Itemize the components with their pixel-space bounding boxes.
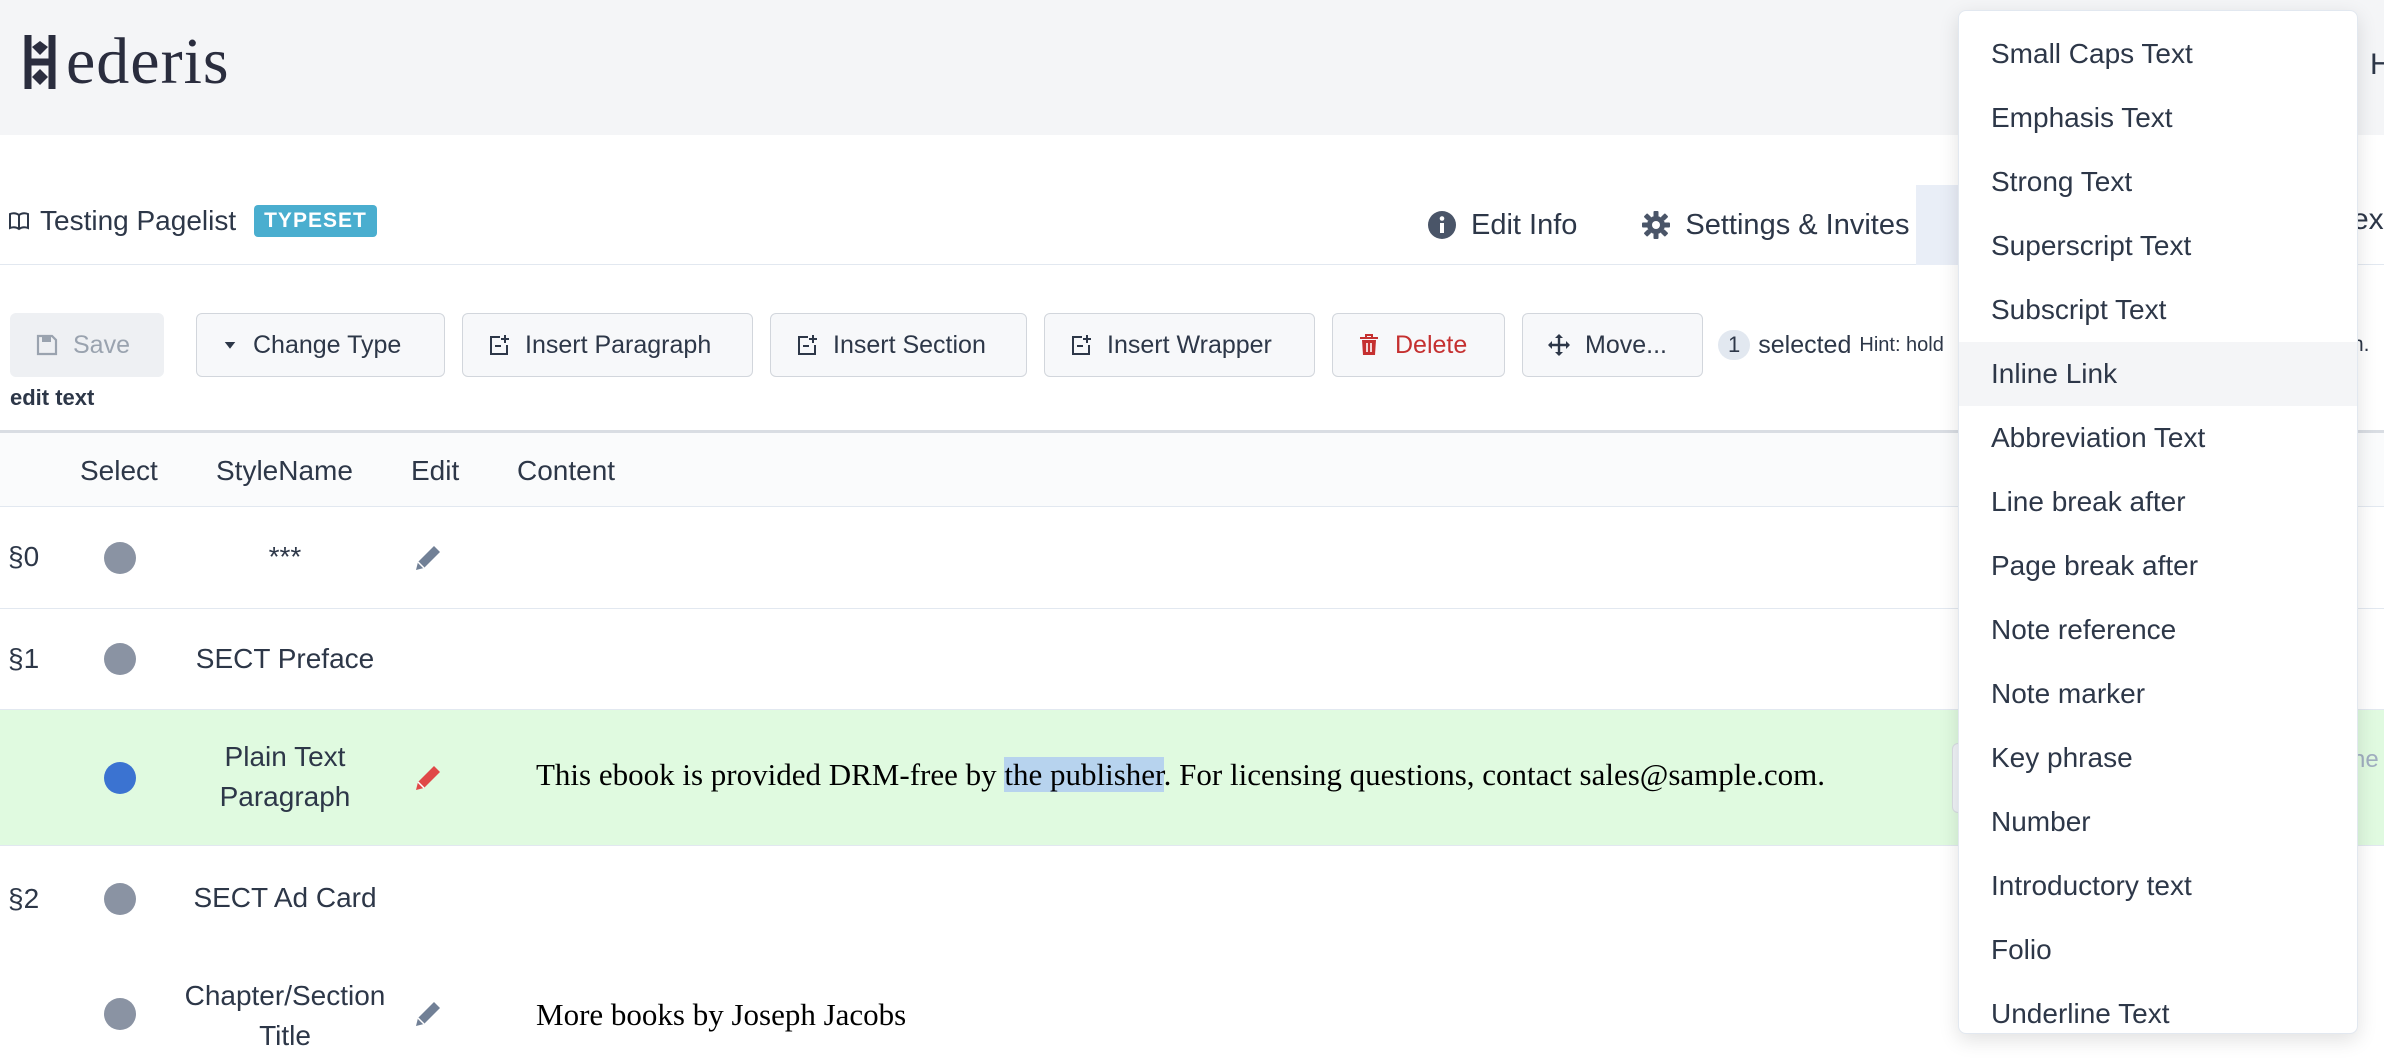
delete-label: Delete [1395,330,1468,359]
insert-section-button[interactable]: Insert Section [770,313,1027,377]
column-header-content: Content [517,455,616,486]
row-style-name: Chapter/Section Title [184,980,386,1051]
insert-paragraph-label: Insert Paragraph [525,330,712,359]
menu-item-underline-text[interactable]: Underline Text [1959,982,2357,1046]
row-content-text[interactable]: This ebook is provided DRM-free by the p… [536,757,1825,793]
tab-settings[interactable]: Settings & Invites [1609,185,1941,265]
delete-button[interactable]: Delete [1332,313,1505,377]
document-tabs: Edit Info Settings & Invites [1395,185,1941,265]
insert-paragraph-button[interactable]: Insert Paragraph [462,313,753,377]
row-number: §2 [8,883,40,914]
info-icon [1428,211,1456,239]
column-header-select: Select [80,455,158,486]
tab-edit-info-label: Edit Info [1471,208,1578,241]
save-button[interactable]: Save [10,313,164,377]
move-icon [1548,334,1570,356]
insert-icon [490,335,509,355]
row-style-name: Plain Text Paragraph [219,741,351,812]
status-badge: TYPESET [254,205,377,237]
tab-settings-label: Settings & Invites [1685,208,1910,241]
column-header-stylename: StyleName [216,455,353,486]
row-style-name: *** [268,541,302,572]
row-number: §0 [8,541,40,572]
menu-item-line-break-after[interactable]: Line break after [1959,470,2357,534]
book-icon [9,212,29,231]
caret-down-icon [224,342,236,349]
inline-style-dropdown: Small Caps Text Emphasis Text Strong Text S… [1958,10,2358,1034]
pencil-icon[interactable] [412,542,444,574]
content-text-selection: the publisher [1004,757,1164,792]
menu-item-key-phrase[interactable]: Key phrase [1959,726,2357,790]
menu-item-inline-link[interactable]: Inline Link [1959,342,2357,406]
edit-text-label: edit text [10,385,95,410]
row-content-text[interactable]: More books by Joseph Jacobs [536,997,906,1033]
menu-item-folio[interactable]: Folio [1959,918,2357,982]
row-select-toggle[interactable] [104,762,136,794]
page: ederis H Testing Pagelist TYPESET Edit I… [0,0,2384,1060]
document-title: Testing Pagelist TYPESET [8,205,377,237]
content-text-before: This ebook is provided DRM-free by [536,757,1005,792]
menu-item-superscript-text[interactable]: Superscript Text [1959,214,2357,278]
content-text-after: . For licensing questions, contact sales… [1163,757,1826,792]
gear-icon [1642,211,1671,239]
insert-icon [798,335,817,355]
row-select-toggle[interactable] [104,883,136,915]
row-style-name: SECT Ad Card [193,882,377,913]
selection-status: 1 selected Hint: hold [1718,330,1944,360]
row-number: §1 [8,643,40,674]
row-select-toggle[interactable] [104,542,136,574]
menu-item-emphasis-text[interactable]: Emphasis Text [1959,86,2357,150]
logo[interactable]: ederis [22,22,230,102]
menu-item-introductory-text[interactable]: Introductory text [1959,854,2357,918]
insert-wrapper-label: Insert Wrapper [1107,330,1272,359]
menu-item-subscript-text[interactable]: Subscript Text [1959,278,2357,342]
move-label: Move... [1585,330,1667,359]
pencil-icon[interactable] [412,998,444,1030]
menu-item-strong-text[interactable]: Strong Text [1959,150,2357,214]
change-type-button[interactable]: Change Type [196,313,445,377]
row-select-toggle[interactable] [104,643,136,675]
pencil-icon[interactable] [412,762,444,794]
header-user-menu[interactable]: H [2370,48,2384,82]
move-button[interactable]: Move... [1522,313,1703,377]
hint-text: Hint: hold [1859,333,1944,356]
tab-edit-info[interactable]: Edit Info [1395,185,1609,265]
menu-item-small-caps-text[interactable]: Small Caps Text [1959,22,2357,86]
menu-item-note-marker[interactable]: Note marker [1959,662,2357,726]
menu-item-abbreviation-text[interactable]: Abbreviation Text [1959,406,2357,470]
menu-item-number[interactable]: Number [1959,790,2357,854]
menu-item-note-reference[interactable]: Note reference [1959,598,2357,662]
menu-item-page-break-after[interactable]: Page break after [1959,534,2357,598]
trash-icon [1360,334,1378,355]
column-header-edit: Edit [411,455,460,486]
row-style-name: SECT Preface [195,643,375,674]
selected-label: selected [1758,330,1852,359]
insert-wrapper-button[interactable]: Insert Wrapper [1044,313,1315,377]
insert-section-label: Insert Section [833,330,986,359]
change-type-label: Change Type [253,330,402,359]
logo-text: ederis [66,25,230,98]
save-icon [36,334,58,356]
row-select-toggle[interactable] [104,998,136,1030]
save-button-label: Save [73,330,130,359]
document-title-text: Testing Pagelist [40,205,237,236]
logo-mark-icon [24,35,56,89]
insert-icon [1072,335,1091,355]
selected-count: 1 [1718,330,1751,360]
